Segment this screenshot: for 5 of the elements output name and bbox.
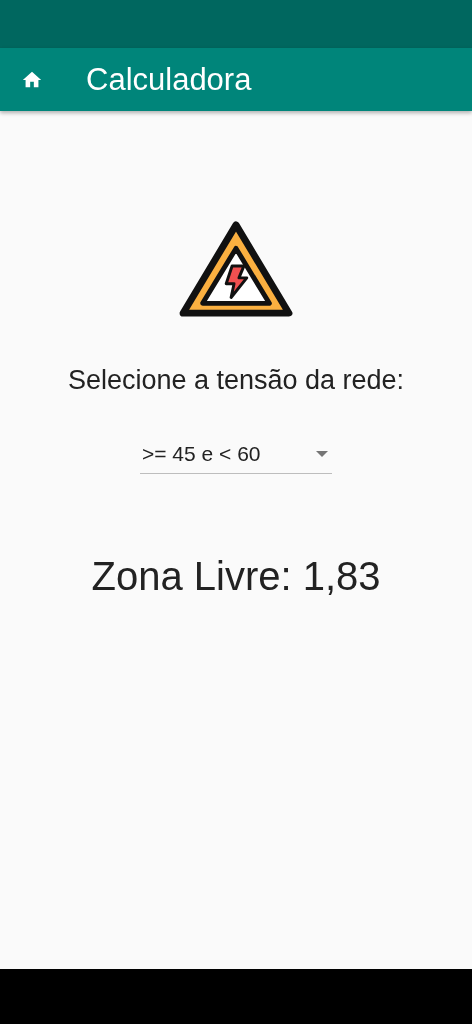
dropdown-caret-icon	[316, 451, 328, 457]
prompt-label: Selecione a tensão da rede:	[67, 365, 405, 396]
result-text: Zona Livre: 1,83	[91, 554, 381, 599]
voltage-dropdown[interactable]: >= 45 e < 60	[140, 438, 332, 474]
app-title: Calculadora	[86, 61, 252, 98]
